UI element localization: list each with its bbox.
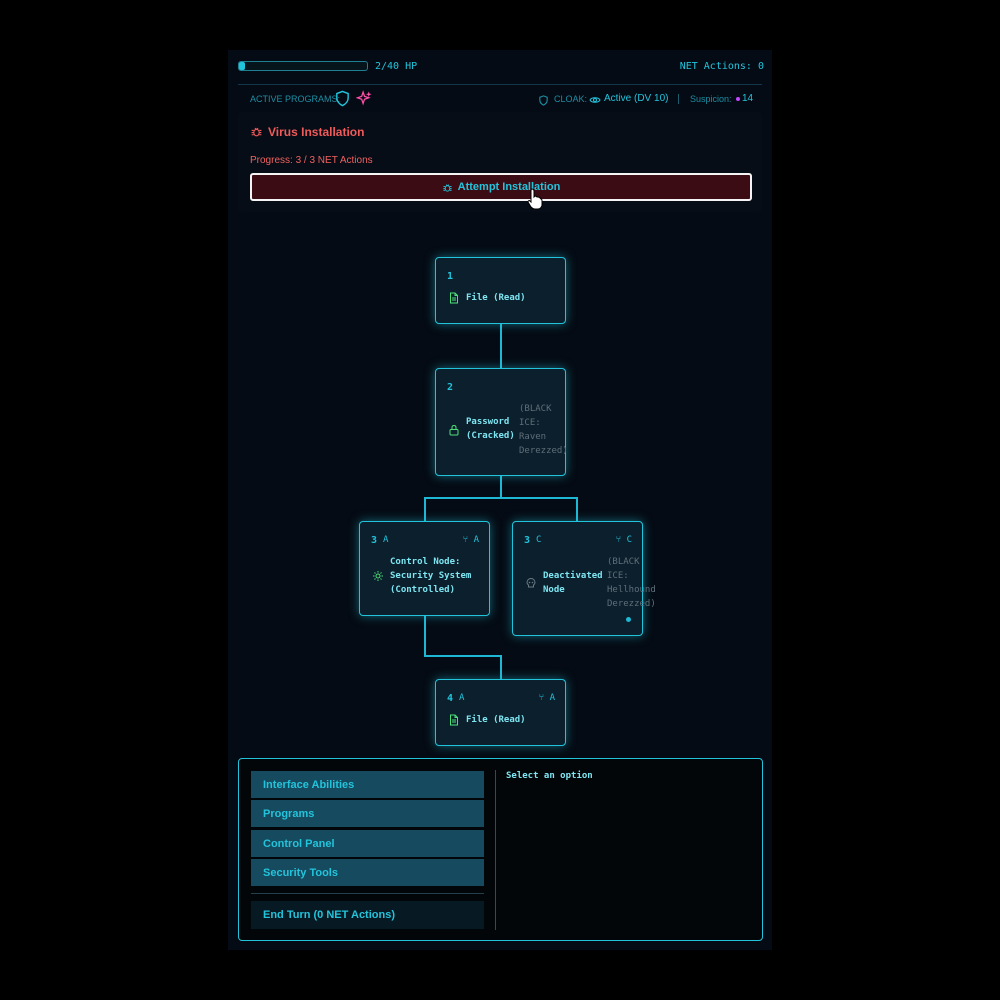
net-actions-counter: NET Actions: 0: [679, 61, 764, 72]
hp-text: 2/40 HP: [375, 61, 418, 72]
node-floor: 3: [371, 535, 378, 546]
connector: [424, 497, 426, 522]
sparkle-icon[interactable]: [356, 90, 373, 107]
cloak-value: Active (DV 10): [604, 93, 669, 104]
file-icon: [450, 292, 458, 304]
select-option-prompt: Select an option: [506, 771, 593, 781]
node-label: File (Read): [466, 293, 526, 303]
node-branch-letter: A: [459, 693, 465, 703]
node-label: Deactivated Node: [543, 571, 603, 595]
net-node-2[interactable]: 2 Password (Cracked) (BLACK ICE: Raven D…: [435, 368, 568, 476]
top-divider: [238, 84, 762, 85]
net-panel: 2/40 HP NET Actions: 0 ACTIVE PROGRAMS: …: [228, 50, 772, 950]
branch-icon-label: A: [549, 693, 555, 703]
connector: [424, 616, 426, 656]
eye-icon: [589, 97, 601, 103]
connector: [500, 655, 502, 680]
end-turn-button[interactable]: End Turn (0 NET Actions): [251, 901, 484, 929]
skull-icon: [526, 577, 536, 588]
node-label: File (Read): [466, 715, 526, 725]
connector: [424, 655, 502, 657]
shield-icon[interactable]: [334, 90, 351, 107]
node-branch-letter: C: [536, 535, 542, 545]
hand-cursor-icon: [527, 188, 543, 210]
menu-item-interface-abilities[interactable]: Interface Abilities: [251, 771, 484, 798]
active-programs-label: ACTIVE PROGRAMS:: [250, 94, 341, 104]
status-separator: [678, 94, 679, 104]
action-menu: Interface Abilities Programs Control Pan…: [238, 758, 763, 941]
connector: [576, 497, 578, 522]
net-node-4[interactable]: 4 A ⑂ A File (Read): [435, 679, 566, 746]
node-branch-tag: ⑂ A: [462, 535, 479, 545]
attempt-installation-label: Attempt Installation: [457, 181, 561, 193]
cloak-label: CLOAK:: [554, 94, 588, 104]
node-floor: 1: [447, 271, 454, 282]
hp-bar-fill: [239, 62, 246, 70]
node-branch-tag: ⑂ A: [538, 693, 555, 703]
node-status-dot: [626, 617, 631, 622]
lock-icon: [449, 424, 459, 436]
node-floor: 3: [524, 535, 531, 546]
net-node-1[interactable]: 1 File (Read): [435, 257, 566, 324]
branch-icon-label: A: [473, 535, 479, 545]
net-node-3a[interactable]: 3 A ⑂ A Control Node: Security System (C…: [359, 521, 490, 616]
node-ice-status: (BLACK ICE: Hellhound Derezzed): [607, 557, 656, 609]
file-icon: [450, 714, 458, 726]
bug-icon: [443, 183, 452, 192]
menu-item-programs[interactable]: Programs: [251, 800, 484, 827]
bug-icon: [251, 127, 262, 137]
node-floor: 4: [447, 693, 454, 704]
node-ice-status: (BLACK ICE: Raven Derezzed): [519, 404, 568, 456]
hp-bar: [238, 61, 368, 71]
gear-icon: [373, 571, 383, 581]
cloak-shield-icon: [539, 95, 548, 106]
net-node-3c[interactable]: 3 C ⑂ C Deactivated Node (BLACK ICE: Hel…: [512, 521, 656, 636]
node-label: Control Node: Security System (Controlle…: [390, 557, 472, 595]
menu-divider: [251, 893, 484, 894]
virus-installation-panel: Virus Installation Progress: 3 / 3 NET A…: [238, 112, 762, 212]
node-branch-letter: A: [383, 535, 389, 545]
connector: [500, 476, 502, 498]
virus-title: Virus Installation: [268, 125, 365, 139]
node-label: Password (Cracked): [466, 417, 515, 441]
attempt-installation-button[interactable]: Attempt Installation: [250, 173, 752, 201]
branch-icon-label: C: [626, 535, 632, 545]
connector: [424, 497, 578, 499]
node-branch-tag: ⑂ C: [615, 535, 632, 545]
connector: [500, 324, 502, 369]
menu-item-security-tools[interactable]: Security Tools: [251, 859, 484, 886]
menu-vertical-divider: [495, 770, 496, 930]
node-floor: 2: [447, 382, 454, 393]
suspicion-label: Suspicion:: [690, 94, 732, 104]
suspicion-value: 14: [742, 93, 754, 104]
virus-progress: Progress: 3 / 3 NET Actions: [250, 155, 373, 166]
suspicion-dot-icon: [736, 97, 740, 101]
menu-item-control-panel[interactable]: Control Panel: [251, 830, 484, 857]
